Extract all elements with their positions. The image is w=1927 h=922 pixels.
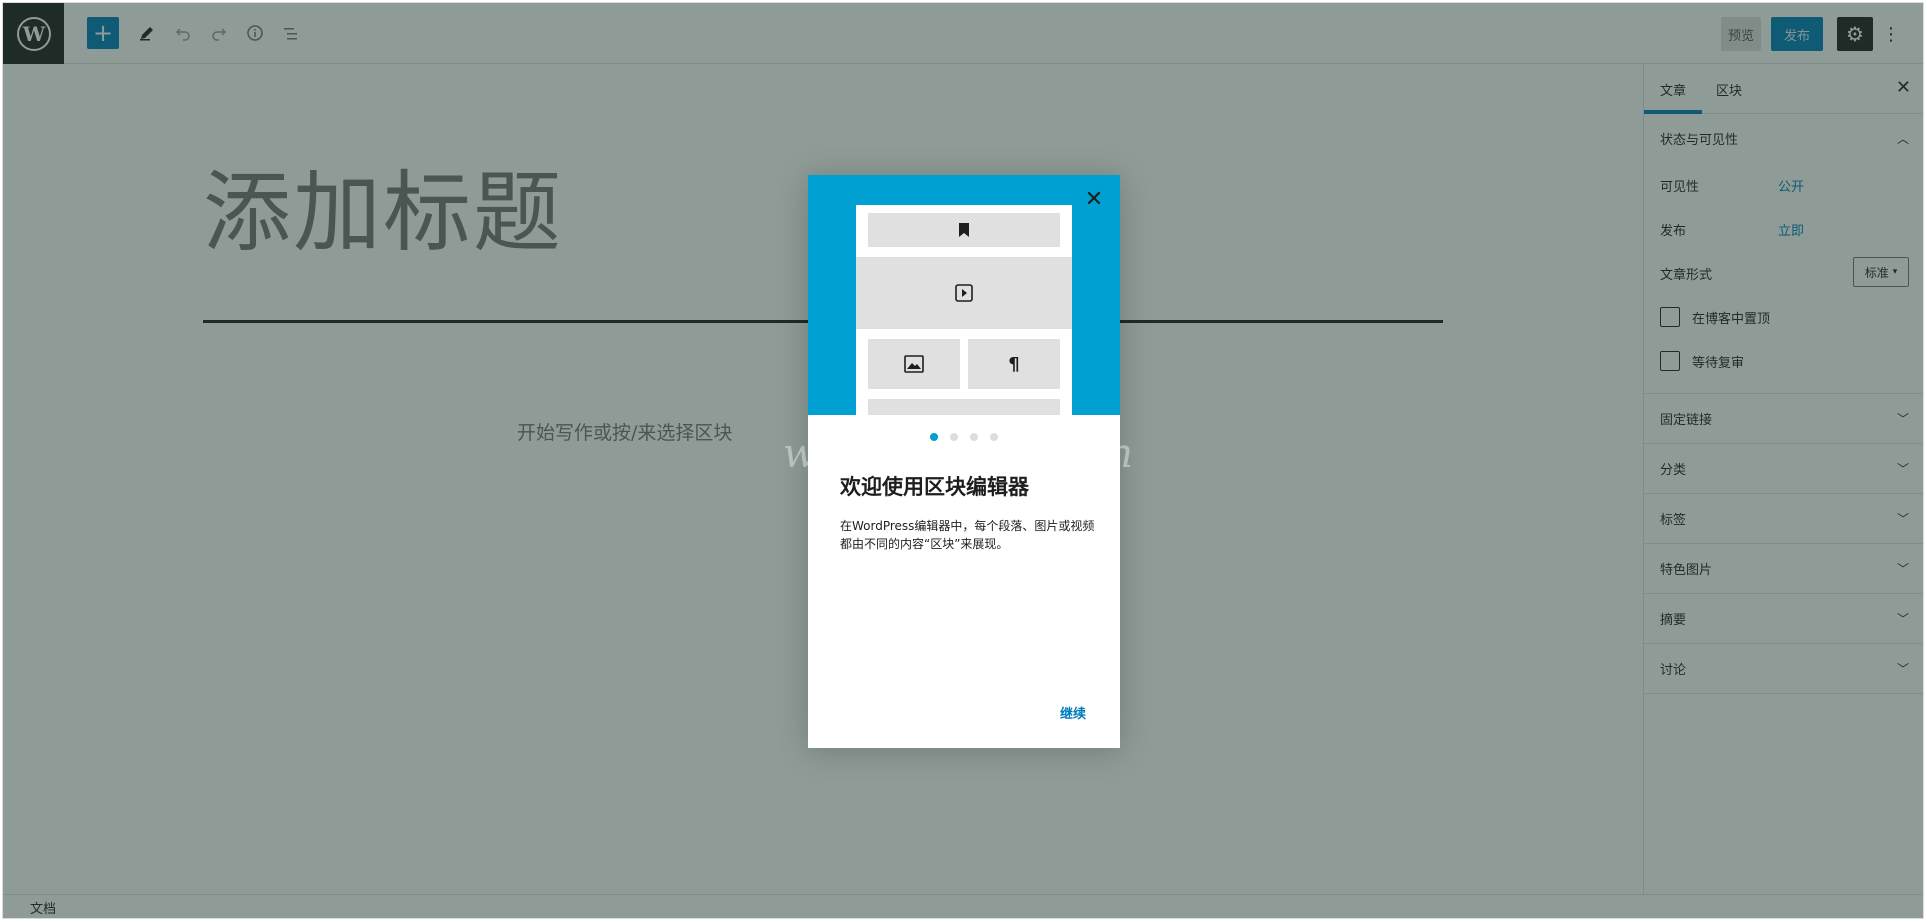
continue-button[interactable]: 继续 <box>1060 703 1086 722</box>
illustration-bookmark-block <box>868 213 1060 247</box>
image-icon <box>904 355 924 373</box>
page-dot-4[interactable] <box>990 433 998 441</box>
bookmark-icon <box>959 223 969 237</box>
illustration-image-block <box>868 339 960 389</box>
welcome-illustration: ¶ ✕ <box>808 175 1120 415</box>
welcome-guide-modal: ¶ ✕ 欢迎使用区块编辑器 在WordPress编辑器中，每个段落、图片或视频都… <box>808 175 1120 748</box>
editor-window: 添加标题 开始写作或按/来选择区块 W + <box>2 2 1924 919</box>
page-indicator <box>808 433 1120 441</box>
modal-body-text: 在WordPress编辑器中，每个段落、图片或视频都由不同的内容“区块”来展现。 <box>840 519 1095 551</box>
page-dot-3[interactable] <box>970 433 978 441</box>
close-modal-button[interactable]: ✕ <box>1082 186 1106 212</box>
paragraph-icon: ¶ <box>1008 353 1020 375</box>
illustration-phone: ¶ <box>856 205 1072 415</box>
illustration-video-block <box>856 257 1072 329</box>
illustration-paragraph-block: ¶ <box>968 339 1060 389</box>
video-icon <box>955 284 973 302</box>
modal-heading: 欢迎使用区块编辑器 <box>840 475 1029 499</box>
page-dot-2[interactable] <box>950 433 958 441</box>
close-icon: ✕ <box>1084 186 1104 212</box>
illustration-extra-block <box>868 399 1060 415</box>
page-dot-1[interactable] <box>930 433 938 441</box>
